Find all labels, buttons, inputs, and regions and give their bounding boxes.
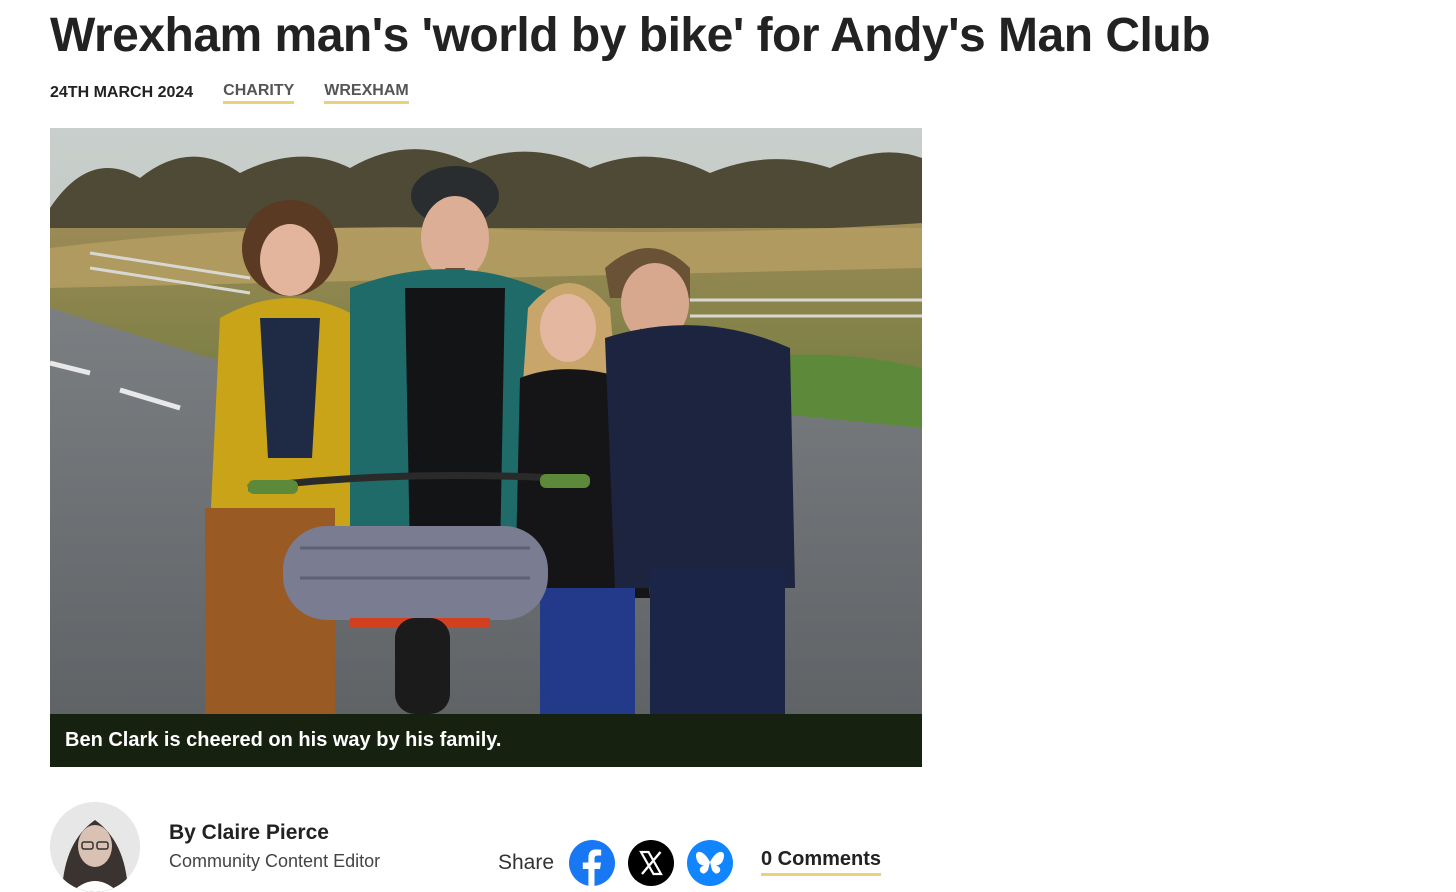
article-meta: 24TH MARCH 2024 CHARITY WREXHAM (50, 82, 409, 104)
facebook-icon (569, 840, 615, 886)
author-portrait (50, 802, 140, 892)
tag-wrexham[interactable]: WREXHAM (324, 82, 409, 104)
article-photo (50, 128, 922, 714)
share-bluesky-button[interactable] (687, 840, 733, 886)
article-figure: Ben Clark is cheered on his way by his f… (50, 128, 922, 767)
tag-charity[interactable]: CHARITY (223, 82, 295, 104)
bluesky-icon (687, 840, 733, 886)
author-avatar[interactable] (50, 802, 140, 892)
article-headline: Wrexham man's 'world by bike' for Andy's… (50, 9, 1211, 62)
x-icon (628, 840, 674, 886)
publish-date: 24TH MARCH 2024 (50, 84, 194, 101)
author-role: Community Content Editor (169, 851, 381, 871)
comments-link[interactable]: 0 Comments (761, 848, 882, 876)
share-label: Share (498, 851, 555, 874)
share-x-button[interactable] (628, 840, 674, 886)
share-facebook-button[interactable] (569, 840, 615, 886)
author-name[interactable]: By Claire Pierce (169, 821, 329, 845)
photo-caption: Ben Clark is cheered on his way by his f… (50, 714, 922, 767)
